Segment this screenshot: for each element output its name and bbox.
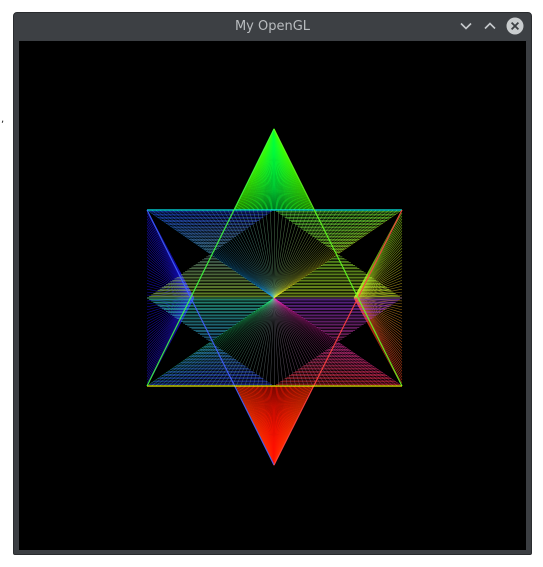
stray-comma-mark: , (1, 114, 5, 125)
chevron-up-icon (484, 22, 496, 30)
close-icon (506, 17, 524, 35)
top-edge-fan-line (273, 209, 275, 299)
minimize-button[interactable] (457, 17, 475, 35)
hexagram-render (146, 128, 403, 466)
window-title: My OpenGL (234, 19, 311, 34)
gl-viewport[interactable] (19, 41, 526, 550)
title-bar[interactable]: My OpenGL (14, 13, 531, 40)
close-button[interactable] (506, 17, 524, 35)
chevron-down-icon (460, 22, 472, 30)
bottom-edge-fan-line (273, 297, 275, 387)
opengl-window[interactable]: My OpenGL (13, 12, 532, 555)
maximize-button[interactable] (481, 17, 499, 35)
